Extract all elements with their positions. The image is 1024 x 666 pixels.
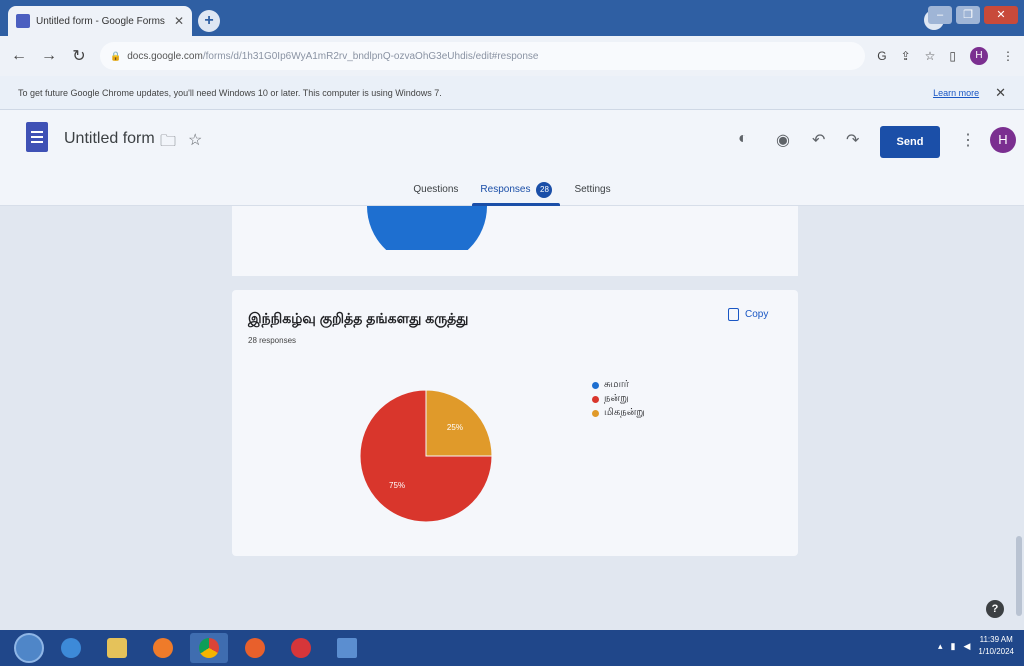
more-options-icon[interactable]: ⋮ — [960, 130, 976, 150]
send-button[interactable]: Send — [880, 126, 940, 158]
firefox-icon[interactable] — [236, 633, 274, 663]
pie-slice-label: 25% — [447, 423, 463, 432]
redo-icon[interactable]: ↷ — [846, 130, 859, 150]
responses-content: இந்நிகழ்வு குறித்த தங்களது கருத்து 28 re… — [0, 206, 1024, 630]
clock-time: 11:39 AM — [979, 635, 1013, 644]
toolbar-icons: G ⇪ ☆ ▯ H ⋮ — [877, 47, 1014, 65]
close-window-button[interactable]: ✕ — [984, 6, 1018, 24]
file-explorer-icon[interactable] — [98, 633, 136, 663]
window-app-icon[interactable] — [328, 633, 366, 663]
account-avatar[interactable]: H — [990, 127, 1016, 153]
address-bar[interactable]: 🔒 docs.google.com/forms/d/1h31G0Ip6WyA1m… — [100, 42, 866, 70]
network-icon[interactable]: ▮ — [951, 641, 956, 652]
volume-icon[interactable]: ◀ — [963, 641, 970, 652]
tab-responses-label: Responses — [480, 184, 531, 195]
tab-close-icon[interactable]: ✕ — [174, 14, 184, 28]
google-lens-icon[interactable]: G — [877, 49, 886, 63]
internet-explorer-icon[interactable] — [52, 633, 90, 663]
back-icon[interactable]: ← — [10, 47, 28, 65]
responses-count-badge: 28 — [536, 182, 553, 198]
tab-settings[interactable]: Settings — [572, 176, 612, 206]
tab-responses[interactable]: Responses 28 — [472, 176, 561, 206]
question-title: இந்நிகழ்வு குறித்த தங்களது கருத்து — [248, 310, 469, 326]
side-panel-icon[interactable]: ▯ — [949, 49, 956, 63]
tab-questions-label: Questions — [413, 184, 459, 195]
legend-label: நன்று — [604, 393, 629, 404]
tab-title: Untitled form - Google Forms — [36, 15, 165, 27]
url-host: docs.google.com — [127, 50, 203, 62]
legend-item: நன்று — [592, 392, 645, 406]
form-title[interactable]: Untitled form — [64, 130, 155, 148]
copy-label: Copy — [745, 309, 769, 320]
forms-favicon-icon — [16, 14, 30, 28]
scrollbar-thumb[interactable] — [1016, 536, 1022, 616]
pie-chart: 25% 75% — [359, 389, 493, 523]
legend-label: மிகநன்று — [604, 407, 645, 418]
previous-chart-card — [232, 206, 798, 276]
legend-swatch — [592, 409, 599, 417]
tab-settings-label: Settings — [574, 184, 611, 195]
legend-swatch — [592, 381, 599, 389]
window-controls: – ❐ ✕ — [928, 6, 1018, 24]
help-icon[interactable]: ? — [986, 600, 1004, 618]
form-tabs: Questions Responses 28 Settings — [0, 176, 1024, 206]
forward-icon[interactable]: → — [40, 47, 58, 65]
forms-header: Untitled form 🗀 ☆ ◐ ◉ ↶ ↷ Send ⋮ H Quest… — [0, 110, 1024, 206]
lock-icon[interactable]: 🔒 — [110, 51, 121, 62]
chart-legend: சுமார் நன்று மிகநன்று — [592, 378, 645, 420]
browser-tab[interactable]: Untitled form - Google Forms ✕ — [8, 6, 192, 36]
new-tab-button[interactable]: + — [198, 10, 220, 32]
pie-slice-label: 75% — [389, 481, 405, 490]
url-path: /forms/d/1h31G0Ip6WyA1mR2rv_bndlpnQ-ozva… — [202, 50, 539, 62]
infobar-close-icon[interactable]: ✕ — [995, 85, 1006, 101]
response-count: 28 responses — [248, 336, 297, 345]
previous-pie-fragment — [367, 206, 487, 250]
legend-swatch — [592, 395, 599, 403]
wps-office-icon[interactable] — [282, 633, 320, 663]
profile-avatar[interactable]: H — [970, 47, 988, 65]
folder-icon[interactable]: 🗀 — [160, 130, 176, 157]
media-player-icon[interactable] — [144, 633, 182, 663]
palette-icon[interactable]: ◐ — [738, 130, 748, 148]
start-button[interactable] — [14, 633, 44, 663]
preview-eye-icon[interactable]: ◉ — [776, 130, 790, 150]
windows-taskbar: ▴ ▮ ◀ 11:39 AM 1/10/2024 — [0, 630, 1024, 666]
browser-toolbar: ← → ↻ 🔒 docs.google.com/forms/d/1h31G0Ip… — [0, 36, 1024, 76]
system-tray: ▴ ▮ ◀ 11:39 AM 1/10/2024 — [938, 634, 1014, 658]
update-infobar: To get future Google Chrome updates, you… — [0, 76, 1024, 110]
learn-more-link[interactable]: Learn more — [933, 88, 979, 98]
clock[interactable]: 11:39 AM 1/10/2024 — [978, 634, 1014, 658]
star-icon[interactable]: ☆ — [188, 130, 202, 150]
chrome-menu-icon[interactable]: ⋮ — [1002, 49, 1014, 63]
copy-icon — [728, 308, 739, 321]
undo-icon[interactable]: ↶ — [812, 130, 825, 150]
browser-tabstrip: Untitled form - Google Forms ✕ + ⌄ – ❐ ✕ — [0, 0, 1024, 36]
chrome-icon[interactable] — [190, 633, 228, 663]
question-chart-card: இந்நிகழ்வு குறித்த தங்களது கருத்து 28 re… — [232, 290, 798, 556]
reload-icon[interactable]: ↻ — [70, 46, 88, 66]
restore-button[interactable]: ❐ — [956, 6, 980, 24]
legend-item: மிகநன்று — [592, 406, 645, 420]
forms-logo-icon[interactable] — [26, 122, 48, 152]
minimize-button[interactable]: – — [928, 6, 952, 24]
bookmark-star-icon[interactable]: ☆ — [925, 49, 936, 63]
legend-label: சுமார் — [604, 379, 630, 390]
tab-questions[interactable]: Questions — [411, 176, 460, 206]
share-icon[interactable]: ⇪ — [901, 49, 911, 63]
tray-expand-icon[interactable]: ▴ — [938, 641, 943, 652]
legend-item: சுமார் — [592, 378, 645, 392]
copy-chart-button[interactable]: Copy — [728, 308, 768, 321]
infobar-message: To get future Google Chrome updates, you… — [18, 87, 442, 98]
clock-date: 1/10/2024 — [978, 647, 1014, 656]
